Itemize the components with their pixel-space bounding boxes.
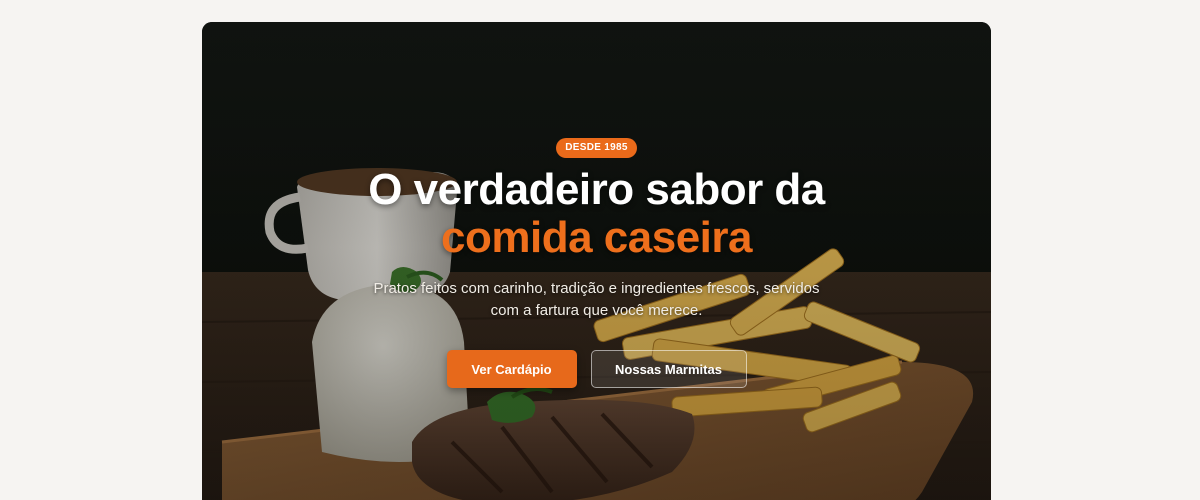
view-menu-button[interactable]: Ver Cardápio bbox=[446, 350, 577, 388]
headline-line-1: O verdadeiro sabor da bbox=[368, 165, 825, 214]
hero-banner: DESDE 1985 O verdadeiro sabor da comida … bbox=[202, 22, 991, 500]
hero-actions: Ver Cardápio Nossas Marmitas bbox=[202, 350, 991, 388]
hero-content: DESDE 1985 O verdadeiro sabor da comida … bbox=[202, 137, 991, 388]
hero-subtitle: Pratos feitos com carinho, tradição e in… bbox=[373, 280, 820, 319]
since-badge: DESDE 1985 bbox=[556, 138, 637, 158]
page: DESDE 1985 O verdadeiro sabor da comida … bbox=[0, 0, 1200, 500]
headline-accent: comida caseira bbox=[441, 213, 752, 262]
hero-headline: O verdadeiro sabor da comida caseira bbox=[202, 166, 991, 262]
our-lunchboxes-button[interactable]: Nossas Marmitas bbox=[590, 350, 747, 388]
